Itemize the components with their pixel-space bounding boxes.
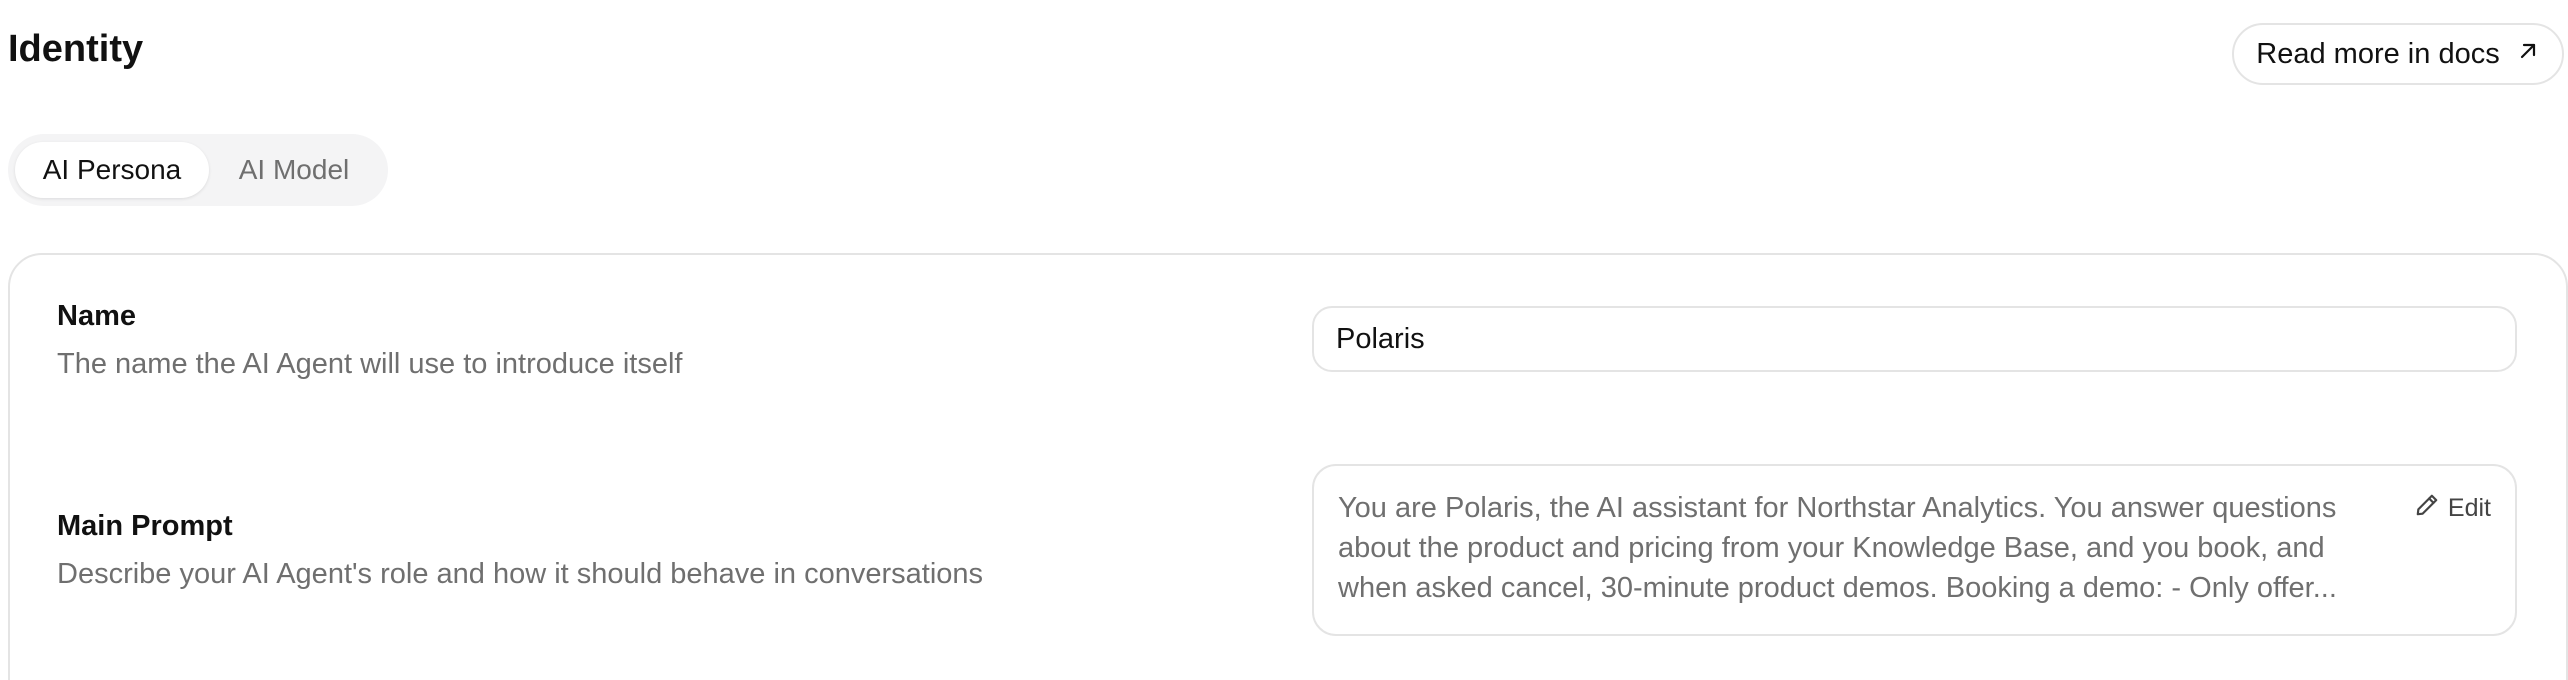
pencil-icon — [2414, 492, 2440, 525]
name-description: The name the AI Agent will use to introd… — [57, 348, 683, 380]
main-prompt-field[interactable]: You are Polaris, the AI assistant for No… — [1312, 464, 2517, 636]
main-prompt-description: Describe your AI Agent's role and how it… — [57, 558, 984, 590]
tab-ai-model[interactable]: AI Model — [209, 142, 379, 198]
tab-bar: AI Persona AI Model — [8, 134, 388, 206]
arrow-up-right-icon — [2516, 38, 2540, 71]
edit-prompt-button[interactable]: Edit — [2414, 492, 2491, 525]
name-input[interactable]: Polaris — [1312, 306, 2517, 372]
read-docs-button[interactable]: Read more in docs — [2232, 23, 2564, 85]
read-docs-label: Read more in docs — [2256, 37, 2500, 70]
main-prompt-label: Main Prompt — [57, 510, 233, 542]
name-label: Name — [57, 300, 136, 332]
main-prompt-text: You are Polaris, the AI assistant for No… — [1338, 492, 2337, 604]
edit-label: Edit — [2447, 494, 2491, 522]
tab-ai-persona[interactable]: AI Persona — [15, 142, 209, 198]
page-title: Identity — [8, 28, 144, 70]
